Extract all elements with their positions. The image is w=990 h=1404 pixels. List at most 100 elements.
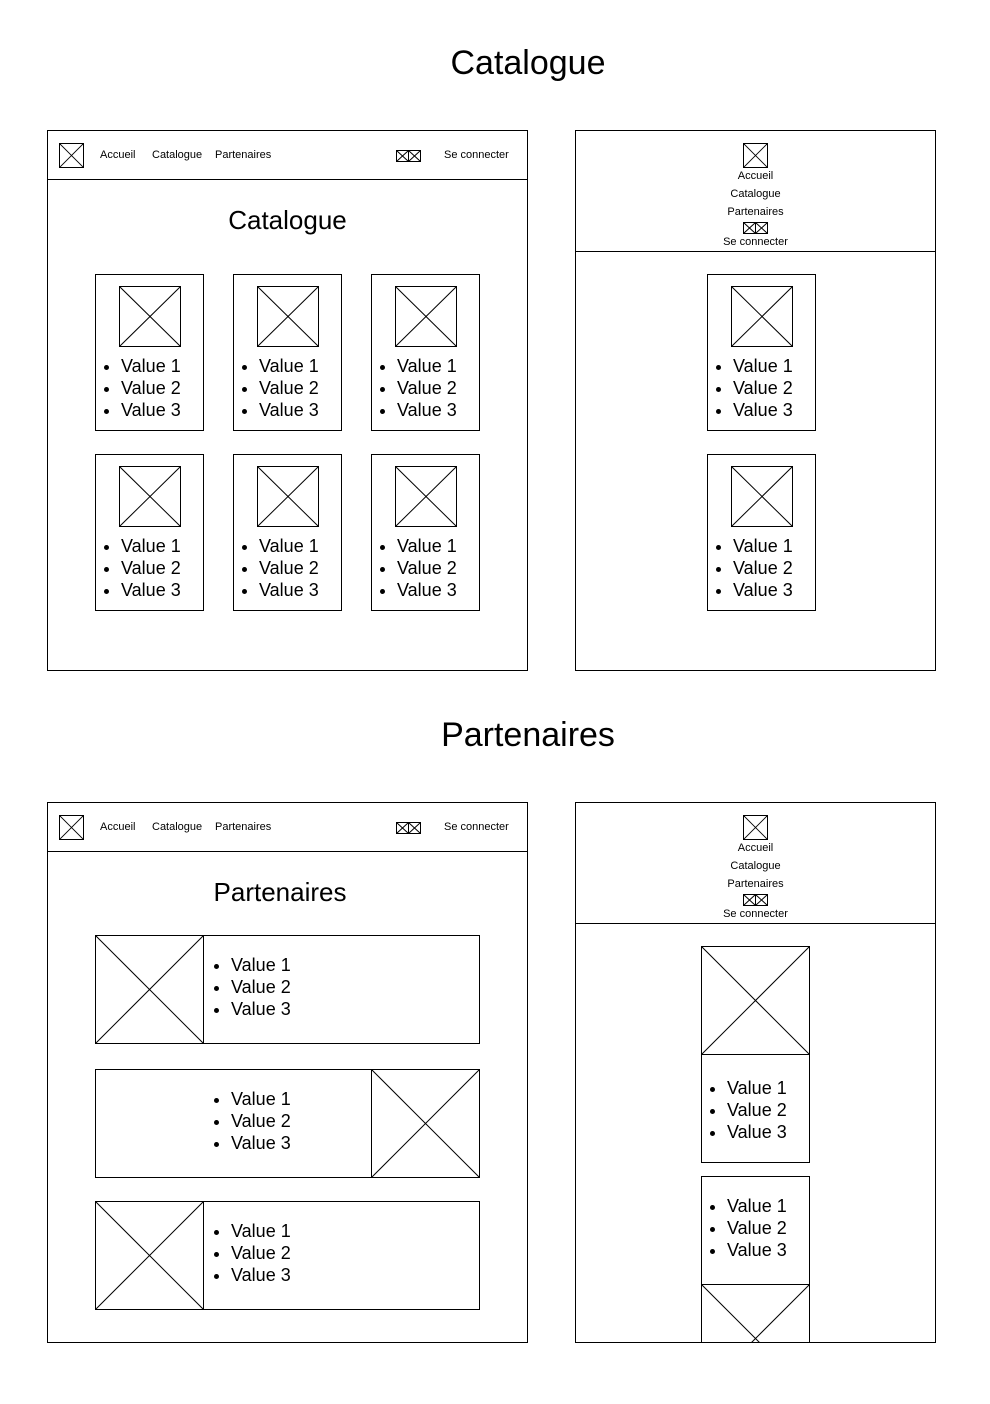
section-title-partenaires: Partenaires — [441, 716, 615, 754]
list-item: Value 1 — [727, 1195, 787, 1217]
product-image-icon — [395, 466, 457, 527]
value-list: Value 1Value 2Value 3 — [211, 954, 291, 1020]
list-item: Value 2 — [259, 557, 319, 579]
nav-link-accueil[interactable]: Accueil — [576, 842, 935, 854]
list-item: Value 2 — [259, 377, 319, 399]
nav-link-accueil[interactable]: Accueil — [100, 149, 135, 161]
partner-row[interactable]: Value 1Value 2Value 3 — [95, 1069, 480, 1178]
login-link[interactable]: Se connecter — [576, 236, 935, 248]
nav-link-catalogue[interactable]: Catalogue — [576, 188, 935, 200]
list-item: Value 3 — [121, 579, 181, 601]
section-title-catalogue: Catalogue — [450, 44, 606, 82]
list-item: Value 1 — [259, 535, 319, 557]
partner-card[interactable]: Value 1Value 2Value 3 — [701, 1176, 810, 1342]
logo-icon[interactable] — [743, 815, 768, 840]
value-list: Value 1Value 2Value 3 — [707, 1077, 787, 1143]
login-link[interactable]: Se connecter — [576, 908, 935, 920]
product-card[interactable]: Value 1Value 2Value 3 — [371, 454, 480, 611]
list-item: Value 2 — [397, 557, 457, 579]
product-image-icon — [257, 466, 319, 527]
product-card[interactable]: Value 1Value 2Value 3 — [233, 454, 342, 611]
list-item: Value 1 — [733, 535, 793, 557]
list-item: Value 3 — [231, 1132, 291, 1154]
login-link[interactable]: Se connecter — [444, 821, 509, 833]
list-item: Value 3 — [733, 399, 793, 421]
nav-link-catalogue[interactable]: Catalogue — [152, 821, 202, 833]
list-item: Value 3 — [727, 1239, 787, 1261]
list-item: Value 3 — [259, 399, 319, 421]
mobile-catalogue-frame: Accueil Catalogue Partenaires Se connect… — [575, 130, 936, 671]
list-item: Value 3 — [397, 399, 457, 421]
list-item: Value 1 — [231, 1220, 291, 1242]
value-list: Value 1Value 2Value 3 — [377, 355, 457, 421]
product-card[interactable]: Value 1Value 2Value 3 — [95, 454, 204, 611]
logo-icon[interactable] — [59, 815, 84, 840]
value-list: Value 1Value 2Value 3 — [239, 355, 319, 421]
product-card[interactable]: Value 1Value 2Value 3 — [707, 454, 816, 611]
cart-icon[interactable] — [743, 893, 768, 906]
list-item: Value 2 — [727, 1099, 787, 1121]
list-item: Value 2 — [733, 557, 793, 579]
product-image-icon — [119, 466, 181, 527]
page-heading: Partenaires — [213, 877, 347, 907]
nav-link-catalogue[interactable]: Catalogue — [576, 860, 935, 872]
nav-link-catalogue[interactable]: Catalogue — [152, 149, 202, 161]
value-list: Value 1Value 2Value 3 — [377, 535, 457, 601]
list-item: Value 1 — [231, 954, 291, 976]
partner-image-icon — [701, 1284, 810, 1342]
value-list: Value 1Value 2Value 3 — [713, 535, 793, 601]
list-item: Value 2 — [231, 976, 291, 998]
logo-icon[interactable] — [743, 143, 768, 168]
partner-card[interactable]: Value 1Value 2Value 3 — [701, 946, 810, 1163]
list-item: Value 1 — [397, 355, 457, 377]
nav-link-partenaires[interactable]: Partenaires — [576, 878, 935, 890]
nav-link-partenaires[interactable]: Partenaires — [215, 821, 271, 833]
list-item: Value 3 — [727, 1121, 787, 1143]
list-item: Value 2 — [121, 557, 181, 579]
partner-image-icon — [95, 1201, 204, 1310]
list-item: Value 3 — [397, 579, 457, 601]
value-list: Value 1Value 2Value 3 — [713, 355, 793, 421]
product-card[interactable]: Value 1Value 2Value 3 — [233, 274, 342, 431]
mobile-navbar: Accueil Catalogue Partenaires Se connect… — [576, 131, 935, 252]
mobile-navbar: Accueil Catalogue Partenaires Se connect… — [576, 803, 935, 924]
desktop-catalogue-frame: Accueil Catalogue Partenaires Se connect… — [47, 130, 528, 671]
list-item: Value 3 — [121, 399, 181, 421]
partner-row[interactable]: Value 1Value 2Value 3 — [95, 1201, 480, 1310]
desktop-navbar: Accueil Catalogue Partenaires Se connect… — [48, 803, 527, 852]
product-image-icon — [731, 466, 793, 527]
list-item: Value 3 — [231, 998, 291, 1020]
list-item: Value 2 — [397, 377, 457, 399]
product-card[interactable]: Value 1Value 2Value 3 — [95, 274, 204, 431]
login-link[interactable]: Se connecter — [444, 149, 509, 161]
product-card[interactable]: Value 1Value 2Value 3 — [371, 274, 480, 431]
cart-icon[interactable] — [396, 821, 421, 834]
page-heading: Catalogue — [228, 205, 347, 235]
mobile-partenaires-frame: Accueil Catalogue Partenaires Se connect… — [575, 802, 936, 1343]
cart-icon[interactable] — [743, 221, 768, 234]
partner-image-icon — [371, 1069, 480, 1178]
value-list: Value 1Value 2Value 3 — [211, 1220, 291, 1286]
nav-link-partenaires[interactable]: Partenaires — [215, 149, 271, 161]
partner-image-icon — [95, 935, 204, 1044]
product-image-icon — [395, 286, 457, 347]
nav-link-partenaires[interactable]: Partenaires — [576, 206, 935, 218]
desktop-navbar: Accueil Catalogue Partenaires Se connect… — [48, 131, 527, 180]
list-item: Value 1 — [121, 355, 181, 377]
partner-row[interactable]: Value 1Value 2Value 3 — [95, 935, 480, 1044]
list-item: Value 2 — [231, 1110, 291, 1132]
product-card[interactable]: Value 1Value 2Value 3 — [707, 274, 816, 431]
value-list: Value 1Value 2Value 3 — [707, 1195, 787, 1261]
cart-icon[interactable] — [396, 149, 421, 162]
list-item: Value 2 — [231, 1242, 291, 1264]
logo-icon[interactable] — [59, 143, 84, 168]
list-item: Value 3 — [231, 1264, 291, 1286]
nav-link-accueil[interactable]: Accueil — [100, 821, 135, 833]
list-item: Value 1 — [733, 355, 793, 377]
product-image-icon — [731, 286, 793, 347]
nav-link-accueil[interactable]: Accueil — [576, 170, 935, 182]
value-list: Value 1Value 2Value 3 — [101, 355, 181, 421]
value-list: Value 1Value 2Value 3 — [211, 1088, 291, 1154]
value-list: Value 1Value 2Value 3 — [101, 535, 181, 601]
list-item: Value 2 — [733, 377, 793, 399]
